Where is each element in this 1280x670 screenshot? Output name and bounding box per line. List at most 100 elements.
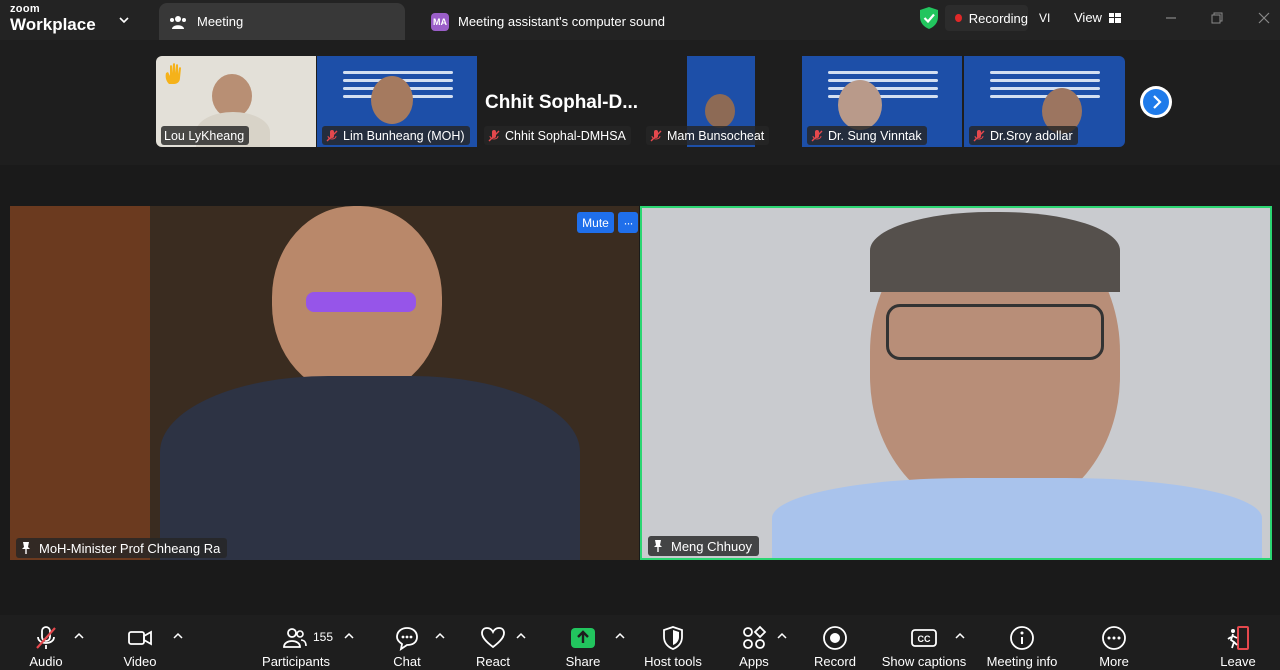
record-button[interactable]: Record <box>810 625 860 670</box>
minimize-icon[interactable] <box>1162 9 1180 27</box>
caret-up-icon[interactable] <box>516 632 526 640</box>
microphone-muted-icon <box>488 129 500 141</box>
recording-label: Recording <box>968 10 1028 26</box>
host-tools-button[interactable]: Host tools <box>643 625 703 670</box>
participant-name-tag: Dr. Sung Vinntak <box>807 126 927 145</box>
heart-icon <box>481 627 505 649</box>
caret-up-icon[interactable] <box>777 632 787 640</box>
participant-tile[interactable]: Mam Bunsocheat <box>641 56 801 147</box>
tab-meeting-label: Meeting <box>197 14 244 29</box>
caret-up-icon[interactable] <box>955 632 965 640</box>
tab-meeting-assistant[interactable]: MA Meeting assistant's computer sound <box>422 3 722 40</box>
participant-body <box>772 478 1262 558</box>
audio-button[interactable]: Audio <box>26 625 66 670</box>
caret-up-icon[interactable] <box>435 632 445 640</box>
leave-door-icon <box>1227 626 1249 650</box>
close-icon[interactable] <box>1255 9 1273 27</box>
participants-label: Participants <box>262 654 330 669</box>
raised-hand-icon <box>165 63 181 84</box>
video-tile-active-speaker[interactable]: Meng Chhuoy <box>640 206 1272 560</box>
apps-label: Apps <box>739 654 769 669</box>
participant-name: Dr.Sroy adollar <box>990 128 1073 143</box>
caret-up-icon[interactable] <box>344 632 354 640</box>
participant-display-name: Chhit Sophal-D... <box>485 92 639 113</box>
next-page-circle <box>1143 89 1169 115</box>
leave-label: Leave <box>1220 654 1256 669</box>
meeting-info-button[interactable]: Meeting info <box>983 625 1061 670</box>
chat-button[interactable]: Chat <box>387 625 427 670</box>
brand-top-text: zoom <box>10 3 40 15</box>
chat-label: Chat <box>393 654 421 669</box>
caret-up-icon[interactable] <box>74 632 84 640</box>
microphone-muted-icon <box>650 129 662 141</box>
participant-name-tag: Lou LyKheang <box>161 126 250 145</box>
info-icon <box>1010 626 1034 650</box>
language-indicator[interactable]: VI <box>1039 11 1050 25</box>
host-tools-label: Host tools <box>644 654 702 669</box>
participant-name-tag: Mam Bunsocheat <box>646 126 770 145</box>
video-camera-icon <box>128 630 152 646</box>
participant-name-tag: Meng Chhuoy <box>648 536 759 556</box>
react-button[interactable]: React <box>473 625 513 670</box>
participants-icon <box>170 15 186 29</box>
shield-check-icon[interactable] <box>917 5 941 31</box>
more-button[interactable]: More <box>1094 625 1134 670</box>
participant-name: Chhit Sophal-DMHSA <box>505 128 626 143</box>
react-label: React <box>476 654 510 669</box>
meeting-info-label: Meeting info <box>986 654 1058 669</box>
microphone-muted-icon <box>326 129 338 141</box>
participant-name: Meng Chhuoy <box>671 538 752 554</box>
participant-tile[interactable]: Lim Bunheang (MOH) <box>317 56 477 147</box>
view-button[interactable]: View <box>1074 10 1121 25</box>
tab-meeting[interactable]: Meeting <box>159 3 405 40</box>
participant-name: Lou LyKheang <box>164 128 245 143</box>
participant-video <box>838 80 882 130</box>
shield-icon <box>663 626 683 650</box>
participant-tile[interactable]: Lou LyKheang <box>156 56 316 147</box>
tab-assistant-label: Meeting assistant's computer sound <box>458 14 665 29</box>
video-label: Video <box>123 654 157 669</box>
participant-video <box>705 94 735 128</box>
pin-icon <box>654 540 662 552</box>
meeting-toolbar: Audio Video Participants 155 Chat React <box>0 615 1280 670</box>
more-label: More <box>1099 654 1129 669</box>
restore-icon[interactable] <box>1208 9 1226 27</box>
caret-up-icon[interactable] <box>173 632 183 640</box>
wooden-door <box>10 206 150 560</box>
grid-view-icon <box>1108 12 1121 23</box>
caret-up-icon[interactable] <box>615 632 625 640</box>
recording-indicator[interactable]: Recording <box>945 5 1028 31</box>
participant-tile[interactable]: Dr. Sung Vinntak <box>802 56 962 147</box>
participant-name-tag: Chhit Sophal-DMHSA <box>484 126 631 145</box>
more-options-button[interactable]: ··· <box>618 212 638 233</box>
pin-icon <box>22 542 30 554</box>
assistant-avatar: MA <box>431 12 449 31</box>
closed-captions-icon: CC <box>911 629 937 647</box>
participant-name: Lim Bunheang (MOH) <box>343 128 465 143</box>
glasses <box>886 304 1104 360</box>
chat-bubble-icon <box>396 627 418 651</box>
chevron-down-icon[interactable] <box>116 12 132 28</box>
more-options-icon <box>1102 626 1126 650</box>
video-tile-left[interactable]: MoH-Minister Prof Chheang Ra <box>10 206 639 560</box>
mute-participant-button[interactable]: Mute <box>577 212 614 233</box>
participant-name: MoH-Minister Prof Chheang Ra <box>39 540 221 556</box>
apps-icon <box>743 625 767 649</box>
share-label: Share <box>565 654 601 669</box>
svg-text:CC: CC <box>918 634 931 644</box>
share-button[interactable]: Share <box>563 625 603 670</box>
participant-tile[interactable]: Dr.Sroy adollar <box>964 56 1125 147</box>
chevron-right-icon <box>1153 95 1162 109</box>
leave-button[interactable]: Leave <box>1218 625 1258 670</box>
participant-body <box>160 376 580 560</box>
participants-icon <box>283 628 307 648</box>
microphone-muted-icon <box>811 129 823 141</box>
next-page-button[interactable] <box>1140 86 1172 118</box>
participant-name: Dr. Sung Vinntak <box>828 128 922 143</box>
app-logo[interactable]: zoom Workplace <box>10 3 96 34</box>
audio-label: Audio <box>29 654 63 669</box>
participant-tile[interactable]: Chhit Sophal-D... Chhit Sophal-DMHSA <box>479 56 639 147</box>
apps-button[interactable]: Apps <box>734 625 774 670</box>
participant-filmstrip: Lou LyKheang Lim Bunheang (MOH) Chhit So… <box>0 40 1280 165</box>
video-button[interactable]: Video <box>120 625 160 670</box>
